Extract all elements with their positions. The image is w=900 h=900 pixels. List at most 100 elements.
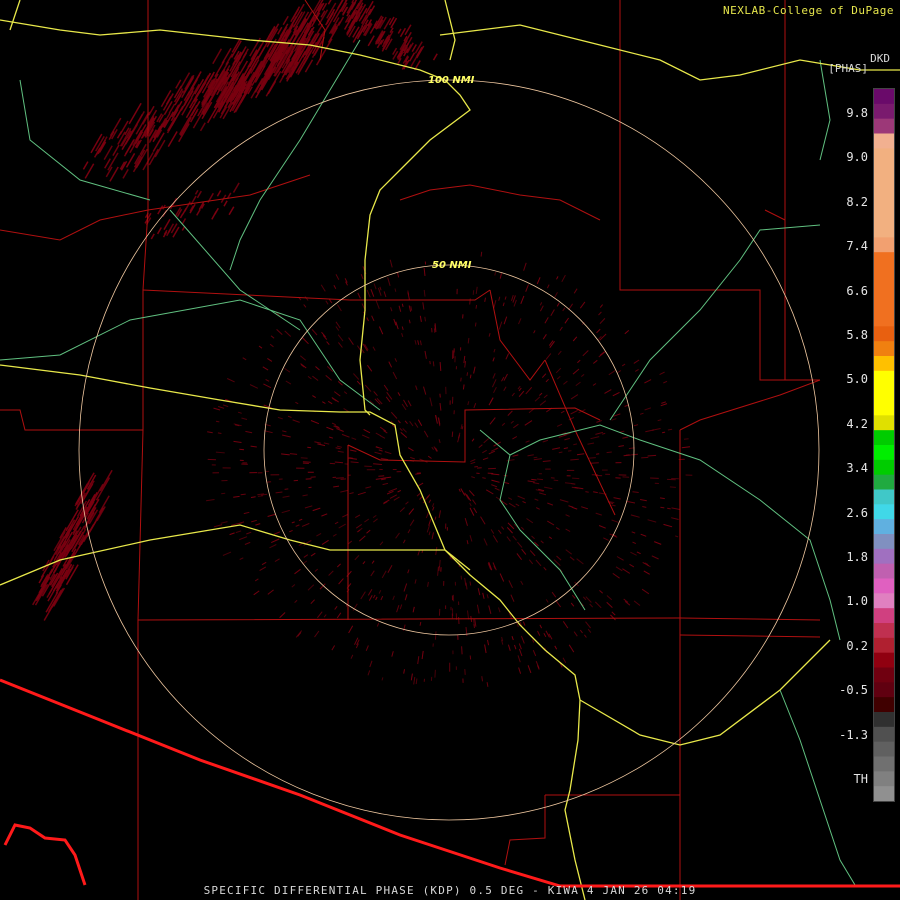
echo-mark bbox=[535, 559, 542, 567]
color-swatch bbox=[874, 712, 894, 728]
echo-mark bbox=[517, 385, 521, 390]
echo-mark bbox=[647, 519, 657, 523]
echo-mark bbox=[465, 582, 468, 590]
echo-mark bbox=[302, 494, 308, 497]
echo-mark bbox=[589, 603, 594, 608]
echo-mark bbox=[419, 340, 422, 346]
echo-mark bbox=[539, 400, 547, 406]
echo-mark bbox=[340, 478, 347, 480]
color-swatch bbox=[874, 652, 894, 668]
echo-mark bbox=[526, 518, 534, 524]
echo-mark bbox=[585, 596, 592, 603]
echo-mark bbox=[325, 375, 332, 381]
echo-mark bbox=[241, 417, 248, 420]
echo-mark bbox=[643, 570, 650, 575]
echo-mark bbox=[338, 523, 346, 529]
echo-mark bbox=[582, 350, 589, 357]
echo-mark bbox=[633, 359, 640, 364]
echo-mark bbox=[311, 328, 318, 336]
echo-mark bbox=[323, 442, 330, 445]
color-swatch bbox=[874, 756, 894, 772]
echo-mark bbox=[594, 601, 602, 609]
echo-mark bbox=[276, 329, 283, 335]
echo-mark bbox=[365, 645, 369, 651]
echo-mark bbox=[520, 526, 525, 531]
echo-mark bbox=[235, 530, 242, 534]
echo-mark bbox=[401, 326, 404, 331]
echo-mark bbox=[331, 645, 336, 651]
echo-mark bbox=[659, 371, 665, 376]
color-scale-tick: TH bbox=[853, 772, 868, 786]
echo-mark bbox=[274, 558, 280, 563]
echo-mark bbox=[259, 566, 267, 572]
echo-mark bbox=[598, 350, 607, 358]
echo-mark bbox=[568, 644, 575, 653]
echo-mark bbox=[281, 453, 290, 456]
echo-mark bbox=[84, 163, 95, 179]
echo-mark bbox=[366, 364, 373, 372]
echo-mark bbox=[310, 552, 316, 557]
echo-mark bbox=[470, 461, 476, 465]
echo-mark bbox=[194, 189, 199, 195]
echo-mark bbox=[431, 446, 435, 450]
echo-mark bbox=[285, 380, 292, 385]
echo-mark bbox=[409, 519, 415, 526]
gulf-coastline bbox=[3, 823, 87, 886]
echo-mark bbox=[409, 421, 414, 427]
echo-mark bbox=[213, 407, 221, 411]
echo-mark bbox=[282, 15, 289, 26]
echo-mark bbox=[408, 52, 416, 62]
echo-mark bbox=[564, 317, 570, 324]
echo-mark bbox=[624, 404, 629, 407]
echo-mark bbox=[490, 529, 495, 534]
echo-mark bbox=[376, 622, 380, 627]
echo-mark bbox=[477, 588, 481, 596]
echo-mark bbox=[525, 386, 533, 395]
echo-mark bbox=[332, 533, 337, 537]
echo-mark bbox=[505, 353, 510, 360]
echo-mark bbox=[485, 489, 494, 495]
units-code: DKD bbox=[870, 52, 890, 65]
echo-mark bbox=[520, 635, 525, 644]
echo-mark bbox=[391, 651, 394, 657]
echo-mark bbox=[389, 494, 398, 499]
echo-mark bbox=[196, 209, 201, 216]
echo-mark bbox=[279, 612, 286, 619]
color-scale-tick: 1.0 bbox=[846, 594, 868, 609]
echo-mark bbox=[518, 648, 523, 657]
echo-mark bbox=[572, 477, 580, 480]
echo-mark bbox=[616, 556, 624, 561]
echo-mark bbox=[531, 478, 537, 481]
echo-mark bbox=[634, 368, 639, 372]
echo-mark bbox=[196, 190, 202, 199]
echo-mark bbox=[636, 551, 641, 555]
echo-mark bbox=[517, 655, 521, 663]
echo-mark bbox=[423, 267, 426, 276]
echo-mark bbox=[303, 554, 309, 558]
echo-mark bbox=[592, 383, 597, 386]
echo-mark bbox=[573, 288, 578, 294]
echo-mark bbox=[372, 514, 377, 519]
echo-mark bbox=[490, 447, 498, 452]
range-ring-100-label: 100 NMI bbox=[428, 75, 475, 86]
echo-mark bbox=[289, 529, 293, 533]
echo-mark bbox=[583, 634, 587, 638]
echo-mark bbox=[346, 570, 352, 577]
echo-mark bbox=[407, 569, 410, 574]
echo-mark bbox=[348, 337, 354, 345]
color-swatch bbox=[874, 118, 894, 134]
echo-mark bbox=[547, 520, 555, 526]
echo-mark bbox=[366, 317, 369, 322]
echo-mark bbox=[396, 605, 400, 613]
echo-mark bbox=[295, 524, 300, 527]
echo-mark bbox=[228, 206, 235, 216]
range-rings bbox=[78, 79, 820, 821]
echo-mark bbox=[548, 536, 553, 540]
echo-mark bbox=[517, 541, 523, 548]
echo-mark bbox=[494, 487, 500, 491]
echo-mark bbox=[507, 410, 513, 416]
echo-mark bbox=[464, 577, 467, 586]
echo-mark bbox=[486, 594, 489, 599]
color-scale-tick: 5.8 bbox=[846, 328, 868, 342]
echo-mark bbox=[540, 540, 544, 544]
